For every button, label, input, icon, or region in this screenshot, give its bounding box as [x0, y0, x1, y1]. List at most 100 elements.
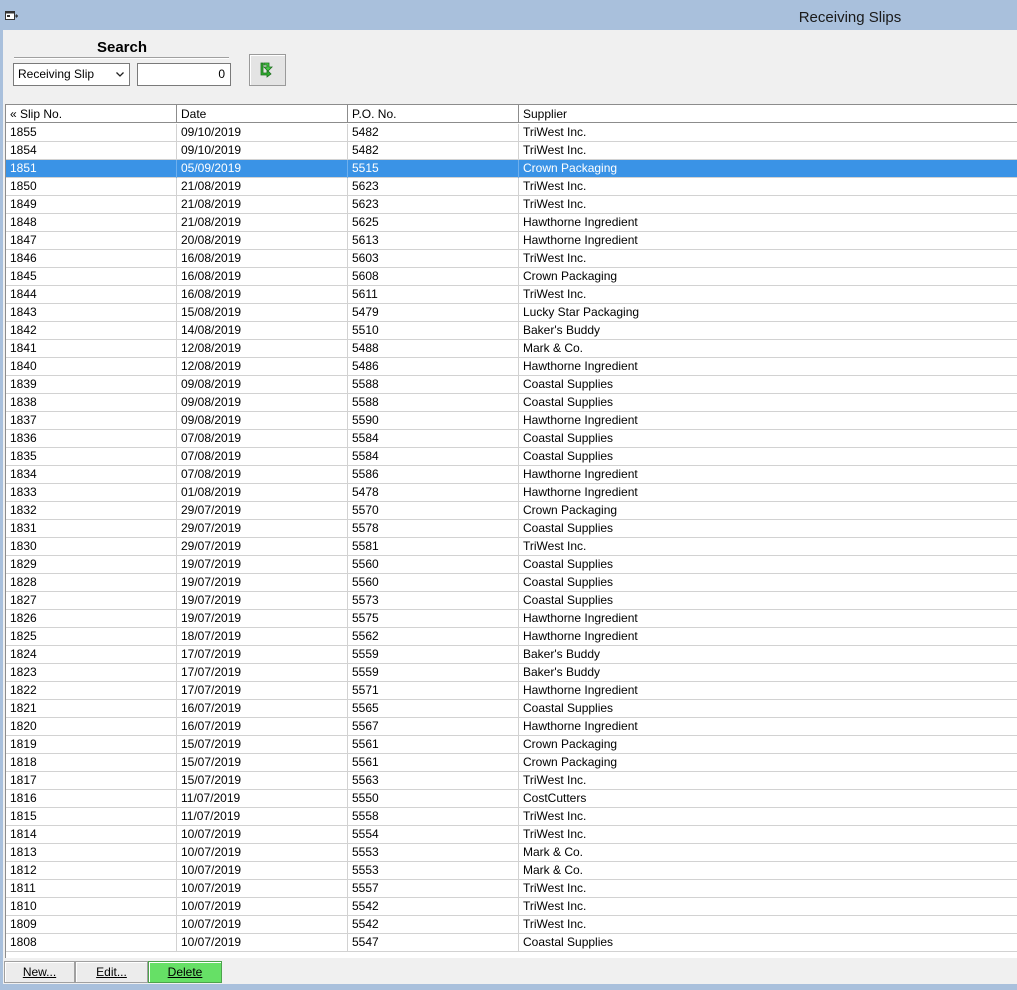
slip-no-cell: 1816: [6, 790, 177, 808]
supplier-cell: Baker's Buddy: [523, 647, 600, 661]
po-no-cell: 5567: [348, 718, 519, 736]
table-row[interactable]: 1840 12/08/2019 5486 Hawthorne Ingredient: [6, 358, 1017, 376]
slip-no-cell: 1851: [6, 160, 177, 178]
po-no-cell: 5553: [348, 862, 519, 880]
table-row[interactable]: 1809 10/07/2019 5542 TriWest Inc.: [6, 916, 1017, 934]
supplier-cell: Coastal Supplies: [523, 395, 614, 409]
po-no-cell: 5584: [348, 448, 519, 466]
table-row[interactable]: 1835 07/08/2019 5584 Coastal Supplies: [6, 448, 1017, 466]
po-no-cell: 5554: [348, 826, 519, 844]
slip-no-cell: 1818: [6, 754, 177, 772]
table-row[interactable]: 1814 10/07/2019 5554 TriWest Inc.: [6, 826, 1017, 844]
column-header-supplier[interactable]: Supplier: [519, 105, 1017, 123]
table-row[interactable]: 1855 09/10/2019 5482 TriWest Inc.: [6, 124, 1017, 142]
slip-no-cell: 1836: [6, 430, 177, 448]
search-go-button[interactable]: [249, 54, 286, 86]
table-row[interactable]: 1829 19/07/2019 5560 Coastal Supplies: [6, 556, 1017, 574]
table-row[interactable]: 1834 07/08/2019 5586 Hawthorne Ingredient: [6, 466, 1017, 484]
po-no-cell: 5557: [348, 880, 519, 898]
table-row[interactable]: 1828 19/07/2019 5560 Coastal Supplies: [6, 574, 1017, 592]
po-no-cell: 5565: [348, 700, 519, 718]
slip-no-cell: 1831: [6, 520, 177, 538]
delete-button[interactable]: Delete: [148, 961, 222, 983]
slip-no-cell: 1823: [6, 664, 177, 682]
table-row[interactable]: 1817 15/07/2019 5563 TriWest Inc.: [6, 772, 1017, 790]
supplier-cell: Crown Packaging: [523, 737, 618, 751]
table-row[interactable]: 1810 10/07/2019 5542 TriWest Inc.: [6, 898, 1017, 916]
date-cell: 16/08/2019: [177, 268, 348, 286]
table-row[interactable]: 1842 14/08/2019 5510 Baker's Buddy: [6, 322, 1017, 340]
slip-no-cell: 1830: [6, 538, 177, 556]
date-cell: 07/08/2019: [177, 448, 348, 466]
table-row[interactable]: 1847 20/08/2019 5613 Hawthorne Ingredient: [6, 232, 1017, 250]
column-header-po-no[interactable]: P.O. No.: [348, 105, 519, 123]
supplier-cell: Baker's Buddy: [523, 665, 600, 679]
slip-no-cell: 1825: [6, 628, 177, 646]
table-row[interactable]: 1811 10/07/2019 5557 TriWest Inc.: [6, 880, 1017, 898]
table-row[interactable]: 1838 09/08/2019 5588 Coastal Supplies: [6, 394, 1017, 412]
supplier-cell: Mark & Co.: [523, 341, 584, 355]
table-row[interactable]: 1841 12/08/2019 5488 Mark & Co.: [6, 340, 1017, 358]
table-row[interactable]: 1849 21/08/2019 5623 TriWest Inc.: [6, 196, 1017, 214]
search-input[interactable]: 0: [137, 63, 231, 86]
table-row[interactable]: 1824 17/07/2019 5559 Baker's Buddy: [6, 646, 1017, 664]
edit-button[interactable]: Edit...: [75, 961, 148, 983]
table-row[interactable]: 1819 15/07/2019 5561 Crown Packaging: [6, 736, 1017, 754]
date-cell: 19/07/2019: [177, 556, 348, 574]
table-row[interactable]: 1821 16/07/2019 5565 Coastal Supplies: [6, 700, 1017, 718]
table-row[interactable]: 1830 29/07/2019 5581 TriWest Inc.: [6, 538, 1017, 556]
supplier-cell: TriWest Inc.: [523, 809, 587, 823]
slip-no-cell: 1834: [6, 466, 177, 484]
table-row[interactable]: 1854 09/10/2019 5482 TriWest Inc.: [6, 142, 1017, 160]
date-cell: 12/08/2019: [177, 340, 348, 358]
po-no-cell: 5590: [348, 412, 519, 430]
table-row[interactable]: 1839 09/08/2019 5588 Coastal Supplies: [6, 376, 1017, 394]
table-row[interactable]: 1848 21/08/2019 5625 Hawthorne Ingredient: [6, 214, 1017, 232]
table-row[interactable]: 1808 10/07/2019 5547 Coastal Supplies: [6, 934, 1017, 952]
table-row[interactable]: 1826 19/07/2019 5575 Hawthorne Ingredient: [6, 610, 1017, 628]
table-row[interactable]: 1844 16/08/2019 5611 TriWest Inc.: [6, 286, 1017, 304]
column-header-slip-no[interactable]: « Slip No.: [6, 105, 177, 123]
receiving-slips-grid[interactable]: « Slip No. Date P.O. No. Supplier 1855 09…: [5, 104, 1017, 958]
supplier-cell: Crown Packaging: [523, 503, 618, 517]
table-row[interactable]: 1812 10/07/2019 5553 Mark & Co.: [6, 862, 1017, 880]
slip-no-cell: 1849: [6, 196, 177, 214]
table-row[interactable]: 1845 16/08/2019 5608 Crown Packaging: [6, 268, 1017, 286]
table-row[interactable]: 1823 17/07/2019 5559 Baker's Buddy: [6, 664, 1017, 682]
new-button[interactable]: New...: [4, 961, 75, 983]
table-row[interactable]: 1815 11/07/2019 5558 TriWest Inc.: [6, 808, 1017, 826]
table-row[interactable]: 1836 07/08/2019 5584 Coastal Supplies: [6, 430, 1017, 448]
date-cell: 10/07/2019: [177, 862, 348, 880]
po-no-cell: 5623: [348, 196, 519, 214]
table-row[interactable]: 1818 15/07/2019 5561 Crown Packaging: [6, 754, 1017, 772]
date-cell: 21/08/2019: [177, 196, 348, 214]
table-row[interactable]: 1833 01/08/2019 5478 Hawthorne Ingredient: [6, 484, 1017, 502]
table-row[interactable]: 1832 29/07/2019 5570 Crown Packaging: [6, 502, 1017, 520]
table-row[interactable]: 1813 10/07/2019 5553 Mark & Co.: [6, 844, 1017, 862]
slip-no-cell: 1838: [6, 394, 177, 412]
table-row[interactable]: 1850 21/08/2019 5623 TriWest Inc.: [6, 178, 1017, 196]
title-bar[interactable]: Receiving Slips: [0, 0, 1017, 30]
table-row[interactable]: 1831 29/07/2019 5578 Coastal Supplies: [6, 520, 1017, 538]
slip-no-cell: 1821: [6, 700, 177, 718]
column-header-date[interactable]: Date: [177, 105, 348, 123]
table-row[interactable]: 1816 11/07/2019 5550 CostCutters: [6, 790, 1017, 808]
slip-no-cell: 1835: [6, 448, 177, 466]
search-field-select[interactable]: Receiving Slip: [13, 63, 130, 86]
date-cell: 29/07/2019: [177, 502, 348, 520]
date-cell: 11/07/2019: [177, 808, 348, 826]
slip-no-cell: 1820: [6, 718, 177, 736]
table-row[interactable]: 1822 17/07/2019 5571 Hawthorne Ingredient: [6, 682, 1017, 700]
table-row[interactable]: 1827 19/07/2019 5573 Coastal Supplies: [6, 592, 1017, 610]
table-row[interactable]: 1851 05/09/2019 5515 Crown Packaging: [6, 160, 1017, 178]
slip-no-cell: 1855: [6, 124, 177, 142]
table-row[interactable]: 1825 18/07/2019 5562 Hawthorne Ingredient: [6, 628, 1017, 646]
date-cell: 19/07/2019: [177, 610, 348, 628]
table-row[interactable]: 1837 09/08/2019 5590 Hawthorne Ingredient: [6, 412, 1017, 430]
po-no-cell: 5575: [348, 610, 519, 628]
slip-no-cell: 1844: [6, 286, 177, 304]
table-row[interactable]: 1846 16/08/2019 5603 TriWest Inc.: [6, 250, 1017, 268]
table-row[interactable]: 1843 15/08/2019 5479 Lucky Star Packaging: [6, 304, 1017, 322]
table-row[interactable]: 1820 16/07/2019 5567 Hawthorne Ingredient: [6, 718, 1017, 736]
date-cell: 15/07/2019: [177, 772, 348, 790]
